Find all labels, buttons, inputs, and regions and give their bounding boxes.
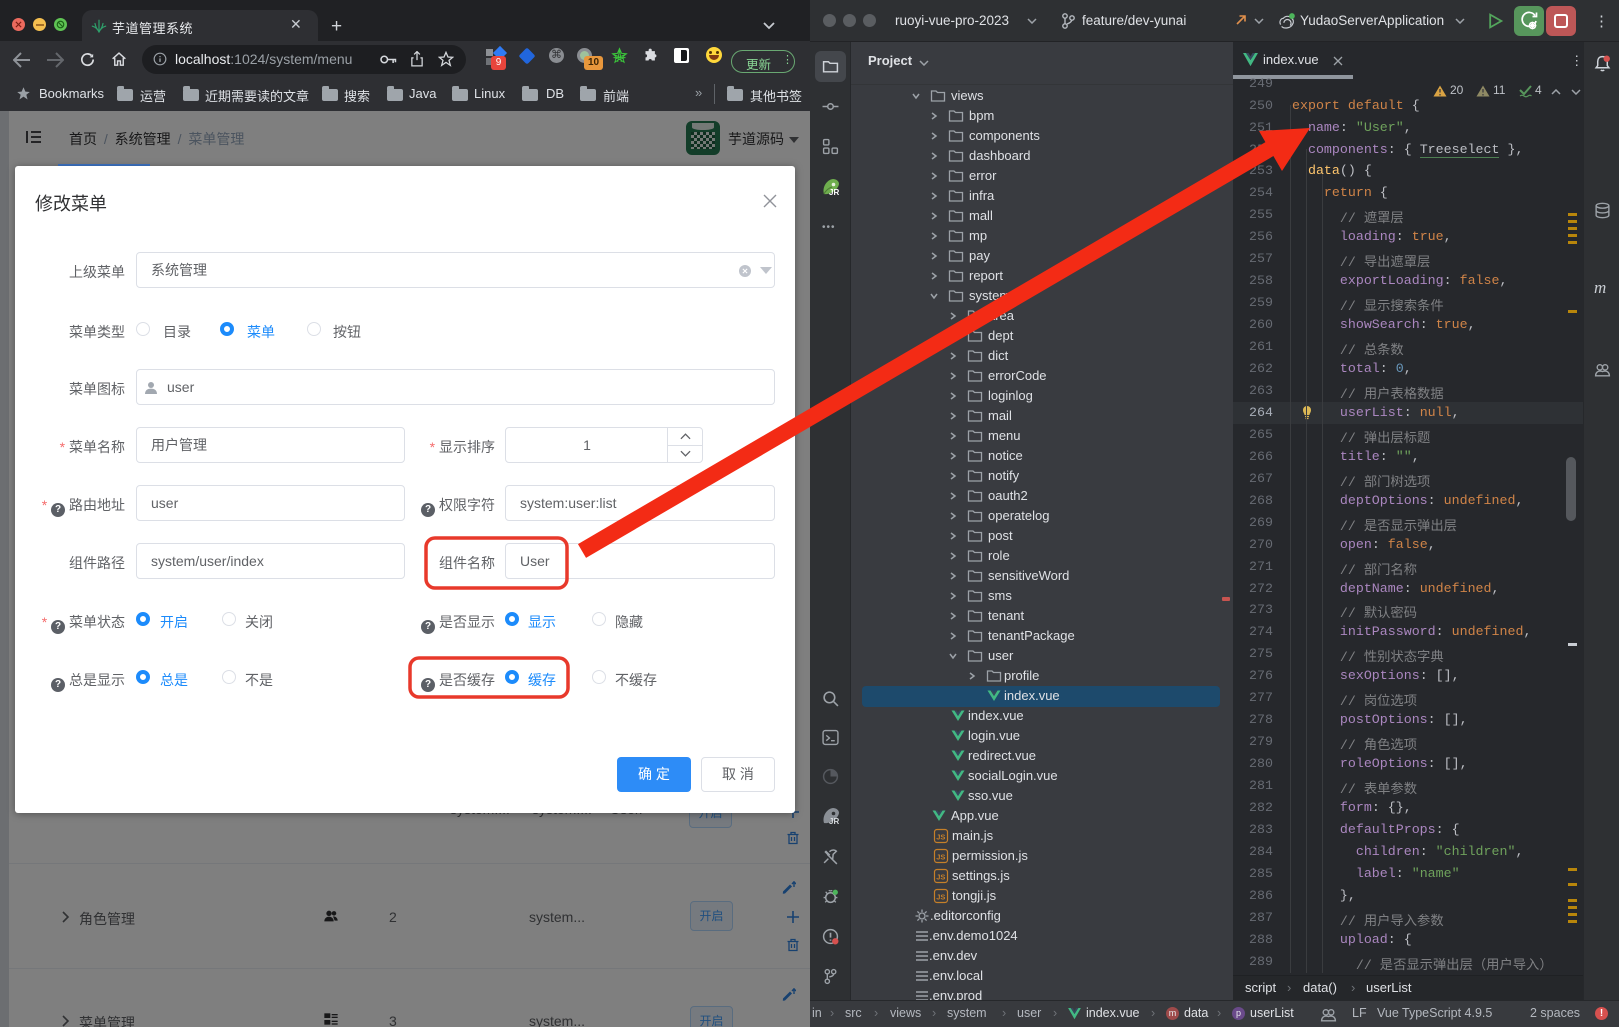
svg-text:JR: JR	[829, 188, 839, 197]
svg-text:JR: JR	[829, 817, 839, 826]
